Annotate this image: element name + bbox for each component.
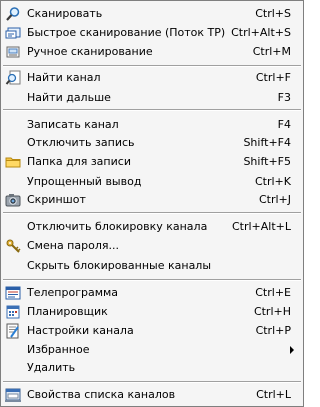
menu-item-shortcut: Ctrl+K [254, 175, 291, 188]
menu-item-list-properties[interactable]: Свойства списка каналов Ctrl+L [3, 386, 301, 404]
menu-item-label: Планировщик [27, 305, 108, 318]
menu-item-screenshot[interactable]: Скриншот Ctrl+J [3, 191, 301, 209]
menu-item-label: Папка для записи [27, 155, 131, 168]
menu-item-delete[interactable]: Удалить [3, 359, 301, 377]
menu-item-label: Телепрограмма [27, 286, 119, 299]
menu-item-label: Смена пароля... [27, 239, 119, 252]
menu-item-record-channel[interactable]: Записать канал F4 [3, 116, 301, 134]
menu-item-shortcut: Ctrl+H [253, 305, 291, 318]
menu-item-shortcut: F4 [277, 118, 291, 131]
menu-item-shortcut: F3 [277, 91, 291, 104]
tv-program-icon [5, 285, 21, 301]
context-menu: Сканировать Ctrl+S Быстрое сканирование … [0, 0, 304, 407]
menu-item-label: Отключить блокировку канала [27, 220, 208, 233]
menu-item-label: Скрыть блокированные каналы [27, 259, 212, 272]
menu-item-label: Скриншот [27, 193, 86, 206]
keys-icon [5, 238, 21, 254]
manual-scan-icon [5, 44, 21, 60]
menu-item-shortcut: Ctrl+F [255, 71, 291, 84]
menu-item-change-password[interactable]: Смена пароля... [3, 237, 301, 255]
menu-separator [3, 279, 301, 281]
menu-item-label: Упрощенный вывод [27, 175, 142, 188]
menu-item-label: Удалить [27, 361, 76, 374]
menu-separator [3, 381, 301, 383]
menu-item-label: Настройки канала [27, 324, 134, 337]
menu-item-scan[interactable]: Сканировать Ctrl+S [3, 5, 301, 23]
menu-item-label: Найти канал [27, 71, 101, 84]
menu-item-shortcut: Shift+F5 [243, 155, 291, 168]
menu-item-disable-lock[interactable]: Отключить блокировку канала Ctrl+Alt+L [3, 218, 301, 236]
menu-item-label: Избранное [27, 343, 90, 356]
menu-item-label: Отключить запись [27, 136, 135, 149]
menu-item-shortcut: Ctrl+S [255, 7, 291, 20]
menu-separator [3, 109, 301, 111]
menu-item-shortcut: Ctrl+Alt+S [231, 26, 291, 39]
menu-item-shortcut: Ctrl+L [256, 388, 291, 401]
menu-separator [3, 65, 301, 67]
menu-item-label: Быстрое сканирование (Поток ТР) [27, 26, 226, 39]
menu-item-shortcut: Ctrl+M [252, 45, 291, 58]
menu-item-shortcut: Shift+F4 [243, 136, 291, 149]
find-channel-icon [5, 70, 21, 86]
menu-separator [3, 212, 301, 214]
menu-item-channel-settings[interactable]: Настройки канала Ctrl+P [3, 322, 301, 340]
menu-item-shortcut: Ctrl+P [255, 324, 291, 337]
menu-item-label: Сканировать [27, 7, 103, 20]
menu-item-simple-output[interactable]: Упрощенный вывод Ctrl+K [3, 173, 301, 191]
scheduler-icon [5, 304, 21, 320]
menu-item-scheduler[interactable]: Планировщик Ctrl+H [3, 303, 301, 321]
menu-item-shortcut: Ctrl+E [255, 286, 291, 299]
menu-item-hide-blocked[interactable]: Скрыть блокированные каналы [3, 257, 301, 275]
menu-item-label: Свойства списка каналов [27, 388, 176, 401]
menu-item-shortcut: Ctrl+J [258, 193, 291, 206]
menu-item-find-channel[interactable]: Найти канал Ctrl+F [3, 69, 301, 87]
menu-item-record-folder[interactable]: Папка для записи Shift+F5 [3, 153, 301, 171]
menu-item-quick-scan[interactable]: Быстрое сканирование (Поток ТР) Ctrl+Alt… [3, 24, 301, 42]
list-properties-icon [5, 387, 21, 403]
magnifier-icon [5, 6, 21, 22]
menu-item-tv-program[interactable]: Телепрограмма Ctrl+E [3, 284, 301, 302]
camera-icon [5, 192, 21, 208]
submenu-arrow-icon [290, 346, 294, 354]
menu-item-label: Записать канал [27, 118, 119, 131]
quick-scan-icon [5, 25, 21, 41]
menu-item-stop-record[interactable]: Отключить запись Shift+F4 [3, 134, 301, 152]
menu-item-manual-scan[interactable]: Ручное сканирование Ctrl+M [3, 43, 301, 61]
menu-item-favorites[interactable]: Избранное [3, 341, 301, 359]
menu-item-label: Ручное сканирование [27, 45, 153, 58]
folder-icon [5, 154, 21, 170]
menu-item-shortcut: Ctrl+Alt+L [231, 220, 291, 233]
menu-item-label: Найти дальше [27, 91, 111, 104]
menu-item-find-next[interactable]: Найти дальше F3 [3, 89, 301, 107]
channel-settings-icon [5, 323, 21, 339]
